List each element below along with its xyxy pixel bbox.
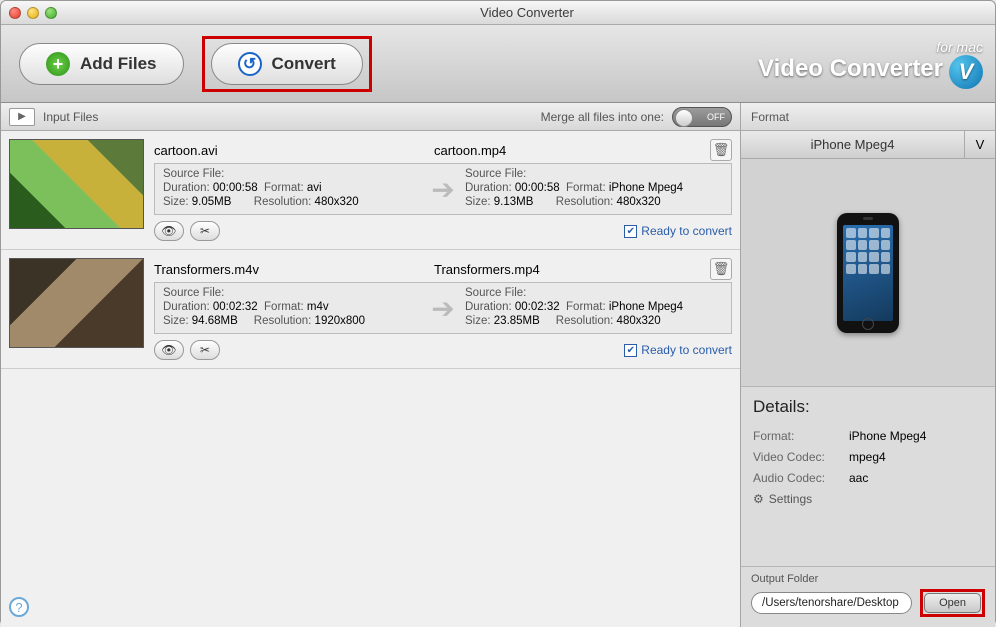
preview-button[interactable]: 👁 bbox=[154, 221, 184, 241]
file-info-panel: Source File: ➔ Source File: Duration: 00… bbox=[154, 163, 732, 215]
source-file-label: Source File: bbox=[163, 287, 421, 299]
format-preview bbox=[741, 159, 995, 387]
open-button[interactable]: Open bbox=[924, 593, 981, 613]
add-files-button[interactable]: + Add Files bbox=[19, 43, 184, 85]
brand-logo: for mac Video ConverterV bbox=[758, 39, 983, 89]
merge-label: Merge all files into one: bbox=[541, 110, 664, 124]
arrow-right-icon: ➔ bbox=[429, 173, 457, 206]
format-tabs: iPhone Mpeg4 V bbox=[741, 131, 995, 159]
file-info-panel: Source File: ➔ Source File: Duration: 00… bbox=[154, 282, 732, 334]
delete-button[interactable]: 🗑 bbox=[710, 139, 732, 161]
gear-icon: ⚙ bbox=[753, 492, 764, 506]
highlight-open: Open bbox=[920, 589, 985, 617]
title-bar: Video Converter bbox=[1, 1, 995, 25]
source-file-label: Source File: bbox=[163, 168, 421, 180]
preview-button[interactable]: 👁 bbox=[154, 340, 184, 360]
brand-badge-icon: V bbox=[949, 55, 983, 89]
file-list: cartoon.avi cartoon.mp4 🗑 Source File: ➔… bbox=[1, 131, 740, 627]
format-header: Format bbox=[741, 103, 995, 131]
video-thumbnail[interactable] bbox=[9, 139, 144, 229]
source-filename: Transformers.m4v bbox=[154, 262, 434, 277]
format-tab-iphone[interactable]: iPhone Mpeg4 bbox=[741, 131, 965, 158]
video-thumbnail[interactable] bbox=[9, 258, 144, 348]
input-files-header: ▶ Input Files Merge all files into one: … bbox=[1, 103, 740, 131]
target-file-label: Source File: bbox=[465, 287, 723, 299]
list-item: Transformers.m4v Transformers.mp4 🗑 Sour… bbox=[1, 250, 740, 369]
target-filename: cartoon.mp4 bbox=[434, 143, 710, 158]
add-files-label: Add Files bbox=[80, 54, 157, 74]
details-panel: Details: Format:iPhone Mpeg4 Video Codec… bbox=[741, 387, 995, 567]
brand-title: Video Converter bbox=[758, 55, 943, 82]
arrow-right-icon: ➔ bbox=[429, 292, 457, 325]
merge-toggle[interactable]: OFF bbox=[672, 107, 732, 127]
help-button[interactable]: ? bbox=[9, 597, 29, 617]
ready-status[interactable]: ✔ Ready to convert bbox=[624, 224, 732, 238]
brand-subtitle: for mac bbox=[758, 39, 983, 55]
play-icon[interactable]: ▶ bbox=[9, 108, 35, 126]
close-window-icon[interactable] bbox=[9, 7, 21, 19]
plus-icon: + bbox=[46, 52, 70, 76]
details-title: Details: bbox=[753, 397, 983, 417]
delete-button[interactable]: 🗑 bbox=[710, 258, 732, 280]
window-title: Video Converter bbox=[67, 5, 987, 20]
iphone-icon bbox=[837, 213, 899, 333]
zoom-window-icon[interactable] bbox=[45, 7, 57, 19]
list-item: cartoon.avi cartoon.mp4 🗑 Source File: ➔… bbox=[1, 131, 740, 250]
output-folder-bar: Output Folder /Users/tenorshare/Desktop … bbox=[741, 567, 995, 627]
checkbox-icon[interactable]: ✔ bbox=[624, 225, 637, 238]
trim-button[interactable]: ✂ bbox=[190, 221, 220, 241]
minimize-window-icon[interactable] bbox=[27, 7, 39, 19]
output-folder-label: Output Folder bbox=[751, 573, 985, 585]
convert-button[interactable]: ↺ Convert bbox=[211, 43, 363, 85]
convert-label: Convert bbox=[272, 54, 336, 74]
output-path-field[interactable]: /Users/tenorshare/Desktop bbox=[751, 592, 912, 614]
target-filename: Transformers.mp4 bbox=[434, 262, 710, 277]
format-tab-v[interactable]: V bbox=[965, 131, 995, 158]
settings-link[interactable]: ⚙ Settings bbox=[753, 492, 983, 506]
target-file-label: Source File: bbox=[465, 168, 723, 180]
ready-status[interactable]: ✔ Ready to convert bbox=[624, 343, 732, 357]
toolbar: + Add Files ↺ Convert for mac Video Conv… bbox=[1, 25, 995, 103]
refresh-icon: ↺ bbox=[238, 52, 262, 76]
window-controls bbox=[9, 7, 57, 19]
highlight-convert: ↺ Convert bbox=[202, 36, 372, 92]
input-files-label: Input Files bbox=[43, 110, 98, 124]
source-filename: cartoon.avi bbox=[154, 143, 434, 158]
trim-button[interactable]: ✂ bbox=[190, 340, 220, 360]
checkbox-icon[interactable]: ✔ bbox=[624, 344, 637, 357]
